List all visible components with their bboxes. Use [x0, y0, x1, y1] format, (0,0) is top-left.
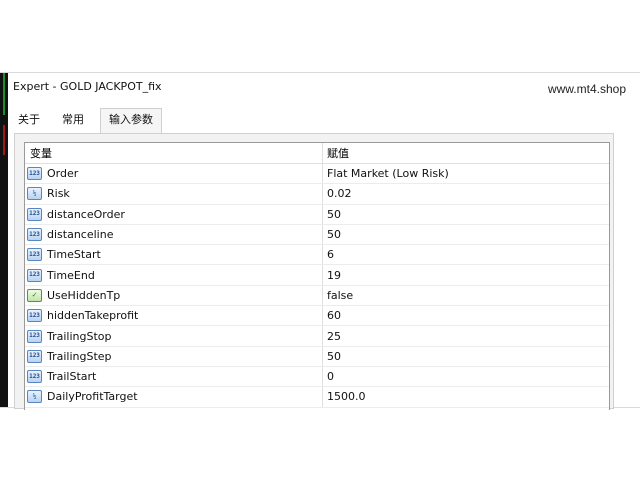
variable-cell[interactable]: 123 Order [25, 164, 323, 184]
variable-name: Order [47, 167, 79, 181]
value-cell[interactable]: 0.02 [323, 184, 609, 203]
variable-cell[interactable]: 123 TrailingStep [25, 346, 323, 366]
value-cell[interactable]: 50 [323, 205, 609, 224]
tab-common[interactable]: 常用 [54, 109, 92, 131]
variable-cell[interactable]: ½ Risk [25, 184, 323, 204]
variable-cell[interactable]: 123 TimeStart [25, 245, 323, 265]
value-cell[interactable]: 1500.0 [323, 387, 609, 406]
variable-value: 50 [327, 228, 341, 242]
variable-value: 1500.0 [327, 390, 366, 404]
int-icon: 123 [27, 329, 42, 343]
table-row[interactable]: ✓ UseHiddenTp false [25, 285, 609, 307]
table-row[interactable]: 123 TimeStart 6 [25, 245, 609, 266]
value-cell[interactable]: 50 [323, 225, 609, 244]
int-icon: 123 [27, 248, 42, 262]
table-header: 变量 赋值 [25, 143, 609, 164]
variable-name: TimeStart [47, 248, 101, 262]
variable-value: false [327, 288, 354, 302]
window-title: Expert - GOLD JACKPOT_fix [13, 80, 162, 93]
parameters-table: 变量 赋值 123 Order Flat Market (Low Risk) ½ Ris… [24, 142, 610, 410]
variable-value: 50 [327, 349, 341, 363]
variable-name: TrailingStop [47, 329, 112, 343]
variable-cell[interactable]: 123 TrailStart [25, 366, 323, 387]
variable-cell[interactable]: 123 distanceline [25, 224, 323, 245]
variable-cell[interactable]: 123 distanceOrder [25, 204, 323, 224]
table-row[interactable]: 123 distanceline 50 [25, 224, 609, 246]
double-icon: ½ [27, 390, 42, 404]
value-cell[interactable]: 25 [323, 326, 609, 345]
inputs-panel: 变量 赋值 123 Order Flat Market (Low Risk) ½ Ris… [14, 133, 614, 410]
value-cell[interactable]: 60 [323, 306, 609, 325]
variable-cell[interactable]: 123 TrailingStop [25, 326, 323, 346]
table-row[interactable]: 123 TimeEnd 19 [25, 265, 609, 286]
variable-value: 6 [327, 248, 334, 262]
int-icon: 123 [27, 167, 42, 181]
variable-value: 0 [327, 370, 334, 384]
variable-name: UseHiddenTp [47, 288, 121, 302]
value-cell[interactable]: 19 [323, 265, 609, 284]
table-body: 123 Order Flat Market (Low Risk) ½ Risk 0.02 1… [25, 164, 609, 408]
variable-name: TimeEnd [47, 268, 95, 282]
variable-cell[interactable]: ✓ UseHiddenTp [25, 285, 323, 306]
header-value[interactable]: 赋值 [323, 143, 609, 163]
int-icon: 123 [27, 207, 42, 221]
tab-inputs[interactable]: 输入参数 [100, 108, 162, 134]
table-row[interactable]: 123 TrailStart 0 [25, 366, 609, 388]
value-cell[interactable]: 50 [323, 347, 609, 366]
tab-about[interactable]: 关于 [10, 109, 48, 131]
value-cell[interactable]: Flat Market (Low Risk) [323, 164, 609, 183]
variable-value: 19 [327, 268, 341, 282]
table-row[interactable]: ½ Risk 0.02 [25, 184, 609, 205]
table-row[interactable]: 123 distanceOrder 50 [25, 204, 609, 225]
variable-value: 60 [327, 309, 341, 323]
variable-name: distanceline [47, 228, 114, 242]
bool-icon: ✓ [27, 288, 42, 302]
value-cell[interactable]: 6 [323, 245, 609, 264]
variable-name: Risk [47, 187, 70, 201]
int-icon: 123 [27, 349, 42, 363]
table-row[interactable]: 123 Order Flat Market (Low Risk) [25, 164, 609, 185]
table-row[interactable]: 123 TrailingStep 50 [25, 346, 609, 367]
variable-name: TrailStart [47, 370, 97, 384]
tab-bar: 关于 常用 输入参数 [10, 108, 640, 134]
expert-properties-window: Expert - GOLD JACKPOT_fix www.mt4.shop 关… [0, 72, 640, 410]
title-bar[interactable]: Expert - GOLD JACKPOT_fix www.mt4.shop [8, 73, 640, 101]
chart-candle-red [3, 125, 5, 155]
variable-name: DailyProfitTarget [47, 390, 138, 404]
table-row[interactable]: ½ DailyProfitTarget 1500.0 [25, 387, 609, 408]
int-icon: 123 [27, 268, 42, 282]
variable-cell[interactable]: ½ DailyProfitTarget [25, 387, 323, 407]
table-row[interactable]: 123 hiddenTakeprofit 60 [25, 306, 609, 327]
int-icon: 123 [27, 309, 42, 323]
variable-value: 25 [327, 329, 341, 343]
variable-name: distanceOrder [47, 207, 125, 221]
watermark: www.mt4.shop [547, 82, 626, 96]
header-variable[interactable]: 变量 [25, 143, 323, 163]
variable-name: hiddenTakeprofit [47, 309, 139, 323]
variable-cell[interactable]: 123 TimeEnd [25, 265, 323, 285]
variable-value: 50 [327, 207, 341, 221]
int-icon: 123 [27, 228, 42, 242]
variable-name: TrailingStep [47, 349, 112, 363]
double-icon: ½ [27, 187, 42, 201]
chart-candle-green [3, 73, 5, 115]
int-icon: 123 [27, 370, 42, 384]
variable-cell[interactable]: 123 hiddenTakeprofit [25, 306, 323, 326]
chart-edge [0, 73, 8, 407]
value-cell[interactable]: false [323, 286, 609, 305]
value-cell[interactable]: 0 [323, 367, 609, 386]
variable-value: Flat Market (Low Risk) [327, 167, 449, 181]
variable-value: 0.02 [327, 187, 352, 201]
table-row[interactable]: 123 TrailingStop 25 [25, 326, 609, 347]
